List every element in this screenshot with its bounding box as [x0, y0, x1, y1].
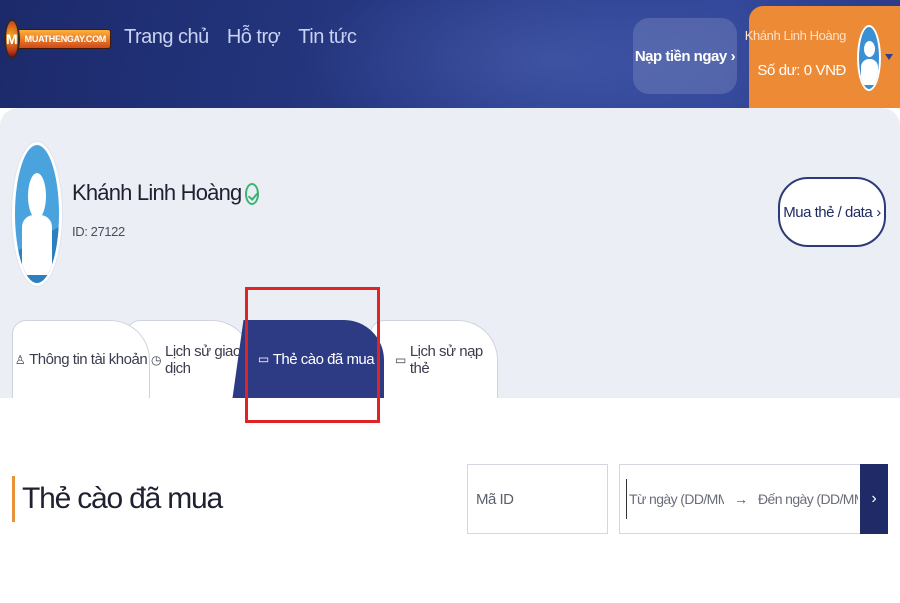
- top-header: M MUATHENGAY.COM Trang chủ Hỗ trợ Tin tứ…: [0, 0, 900, 108]
- chevron-right-icon: ›: [730, 47, 736, 65]
- logo-text: MUATHENGAY.COM: [15, 29, 111, 49]
- card-icon: ▭: [257, 352, 269, 366]
- date-from-input[interactable]: [626, 479, 724, 519]
- profile-card: Khánh Linh Hoàng ID: 27122 Mua thẻ / dat…: [0, 108, 900, 398]
- nav-news[interactable]: Tin tức: [298, 26, 357, 49]
- buy-card-label: Mua thẻ / data: [783, 203, 873, 221]
- search-submit-button[interactable]: ›: [860, 464, 888, 534]
- nav-support[interactable]: Hỗ trợ: [227, 26, 281, 49]
- id-search-input[interactable]: [467, 464, 608, 534]
- card-icon: ▭: [395, 352, 406, 367]
- main-content: Thẻ cào đã mua → ›: [0, 398, 900, 603]
- date-to-input[interactable]: [758, 479, 858, 519]
- verified-check-icon: [245, 183, 260, 205]
- profile-name: Khánh Linh Hoàng: [72, 180, 242, 205]
- nav-home[interactable]: Trang chủ: [124, 26, 209, 49]
- tab-label: Lịch sử nạp thẻ: [409, 342, 483, 377]
- page-title: Thẻ cào đã mua: [22, 482, 223, 515]
- user-icon: ♙: [14, 352, 26, 367]
- tab-label: Thông tin tài khoản: [29, 351, 148, 368]
- date-range-picker[interactable]: →: [619, 464, 861, 534]
- topup-button[interactable]: Nạp tiền ngay ›: [633, 18, 737, 94]
- chevron-right-icon: ›: [871, 490, 877, 507]
- profile-avatar: [12, 142, 62, 286]
- arrow-right-icon: →: [734, 491, 748, 507]
- caret-down-icon[interactable]: [885, 54, 893, 60]
- user-name: Khánh Linh Hoàng: [744, 28, 847, 43]
- clock-icon: ◷: [151, 352, 161, 367]
- user-menu[interactable]: Khánh Linh Hoàng Số dư: 0 VNĐ: [745, 6, 900, 108]
- logo-emblem: M: [4, 19, 20, 59]
- section-accent-bar: [12, 476, 15, 522]
- topup-label: Nạp tiền ngay: [634, 47, 727, 65]
- tab-account-info[interactable]: ♙ Thông tin tài khoản: [12, 320, 150, 398]
- tab-label: Thẻ cào đã mua: [272, 350, 375, 368]
- main-nav: Trang chủ Hỗ trợ Tin tức: [124, 26, 357, 49]
- avatar[interactable]: [857, 25, 881, 91]
- site-logo[interactable]: M MUATHENGAY.COM: [4, 14, 111, 64]
- chevron-right-icon: ›: [876, 203, 881, 221]
- profile-name-row: Khánh Linh Hoàng: [72, 180, 260, 206]
- profile-id: ID: 27122: [72, 224, 125, 239]
- tab-topup-history[interactable]: ▭ Lịch sử nạp thẻ: [370, 320, 498, 398]
- tab-purchased-cards[interactable]: ▭ Thẻ cào đã mua: [248, 320, 384, 398]
- buy-card-button[interactable]: Mua thẻ / data ›: [778, 177, 886, 247]
- user-balance: Số dư: 0 VNĐ: [757, 62, 846, 79]
